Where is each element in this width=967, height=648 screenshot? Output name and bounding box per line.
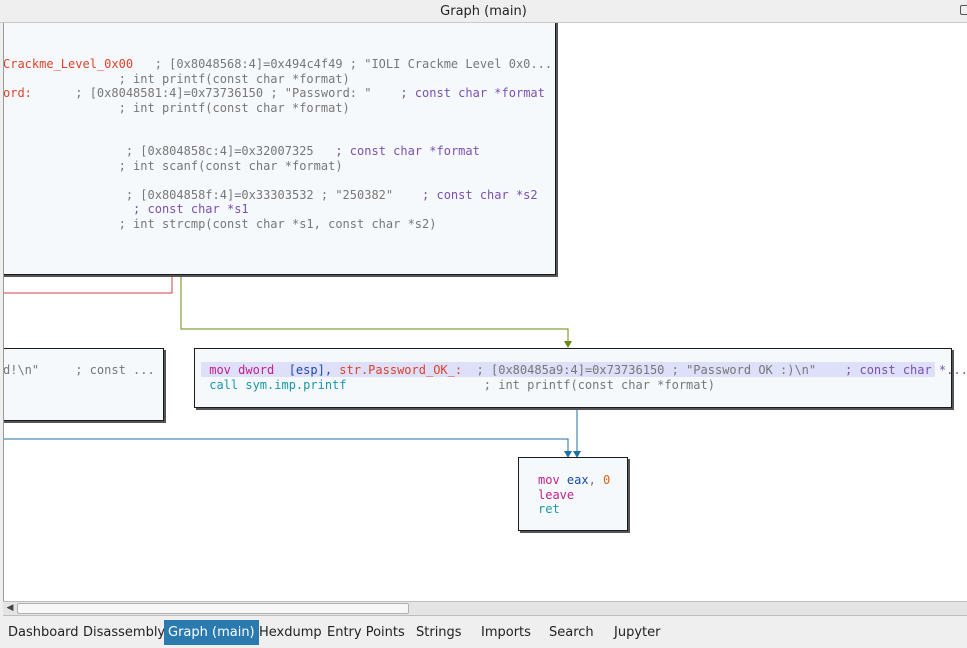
code-token: call sym.imp.printf [202,377,347,392]
code-token: ; int printf(const char *format) [3,71,350,86]
code-token: ret [538,502,560,516]
horizontal-scrollbar[interactable]: ◀ [3,601,967,616]
code-line[interactable]: call sym.imp.printf ; int printf(const c… [202,378,967,393]
node-block-password-ok[interactable]: mov dword [esp], str.Password_OK_: ; [0x… [194,348,967,408]
code-line[interactable]: ret [538,502,610,517]
code-token: ; const ... [75,363,155,377]
node-block-end[interactable]: mov eax, 0 leave ret [518,457,628,531]
code-token: ; const char *s2 [422,187,538,202]
code-token: ; [0x8048568:4]=0x494c4f49 ; "IOLI Crack… [133,57,553,71]
node-block-left[interactable]: d!\n" ; const ... [3,348,164,421]
edge-blue-left [4,438,569,451]
edge-green [180,276,569,341]
code-line[interactable]: ; int strcmp(const char *s1, const char … [3,216,552,232]
node-block-top-body: Crackme_Level_0x00 ; [0x8048568:4]=0x494… [3,57,553,232]
code-line[interactable]: d!\n" ; const ... [3,363,155,378]
edge-green-arrowhead [564,341,572,348]
code-token: ; [0x8048581:4]=0x73736150 ; "Password: … [31,86,401,100]
code-token: leave [538,487,575,502]
node-block-end-body: mov eax, 0 leave ret [538,473,610,517]
code-token: [esp], [281,363,340,377]
code-token: , [588,473,604,487]
tab-entry-points[interactable]: Entry Points [323,620,409,645]
graph-canvas[interactable]: Crackme_Level_0x00 ; [0x8048568:4]=0x494… [3,23,967,601]
code-line[interactable]: leave [538,488,610,503]
code-token: mov dword [202,363,282,377]
code-token: ; int strcmp(const char *s1, const char … [3,216,437,231]
tab-jupyter[interactable]: Jupyter [610,620,664,645]
code-line[interactable]: ; int scanf(const char *format) [3,158,552,174]
window-title: Graph (main) [440,4,527,19]
code-token: str.Password_OK_: [339,363,463,377]
code-line[interactable]: ; [0x804858c:4]=0x32007325 ; const char … [3,144,552,159]
edge-red [4,276,173,294]
code-token: 0 [603,473,611,487]
tab-hexdump[interactable]: Hexdump [255,620,326,645]
code-line[interactable]: ; int printf(const char *format) [3,71,552,87]
code-line[interactable]: ord: ; [0x8048581:4]=0x73736150 ; "Passw… [3,86,552,101]
tab-disassembly[interactable]: Disassembly [79,620,169,645]
code-token: ; const char *format [335,144,480,158]
code-token: ; [0x804858f:4]=0x33303532 ; "250382" [3,187,423,202]
arrow-left-icon[interactable]: ◀ [3,602,17,615]
code-token: ; [0x80485a9:4]=0x73736150 ; "Password O… [462,363,846,377]
code-line[interactable] [4,173,552,188]
tab-graph-main[interactable]: Graph (main) [164,620,259,645]
tab-strings[interactable]: Strings [412,620,466,645]
tab-search[interactable]: Search [545,620,598,645]
code-token: eax [566,473,589,487]
code-token: ; const char *s1 [3,202,249,216]
node-block-top[interactable]: Crackme_Level_0x00 ; [0x8048568:4]=0x494… [3,23,556,275]
code-token: ; int printf(const char *format) [3,100,350,115]
node-block-password-ok-body: mov dword [esp], str.Password_OK_: ; [0x… [202,363,967,392]
window-titlebar: Graph (main) [0,0,967,23]
code-token: Crackme_Level_0x00 [3,57,134,71]
code-line[interactable] [4,115,552,130]
code-line[interactable]: ; [0x804858f:4]=0x33303532 ; "250382" ; … [3,187,552,203]
code-line[interactable] [4,130,552,145]
code-line[interactable]: mov dword [esp], str.Password_OK_: ; [0x… [202,363,967,378]
code-token: d!\n" [3,363,76,377]
code-token: ; const char *... [845,363,967,377]
bottom-tab-bar: Dashboard Disassembly Graph (main) Hexdu… [0,619,967,648]
scrollbar-thumb[interactable] [17,603,409,614]
code-line[interactable]: Crackme_Level_0x00 ; [0x8048568:4]=0x494… [3,57,553,72]
tab-imports[interactable]: Imports [477,620,535,645]
float-dock-icon[interactable] [960,5,967,15]
code-token: ord: [3,86,32,100]
tab-dashboard[interactable]: Dashboard [4,620,83,645]
code-token: ; int scanf(const char *format) [3,158,343,173]
node-block-left-body: d!\n" ; const ... [3,363,155,378]
code-line[interactable]: mov eax, 0 [538,473,610,488]
code-token: mov [538,473,567,487]
code-token: ; int printf(const char *format) [346,377,715,392]
code-line[interactable]: ; const char *s1 [3,202,552,217]
code-line[interactable]: ; int printf(const char *format) [3,100,552,116]
code-token: ; [0x804858c:4]=0x32007325 [3,144,336,158]
code-token: ; const char *format [400,86,545,100]
